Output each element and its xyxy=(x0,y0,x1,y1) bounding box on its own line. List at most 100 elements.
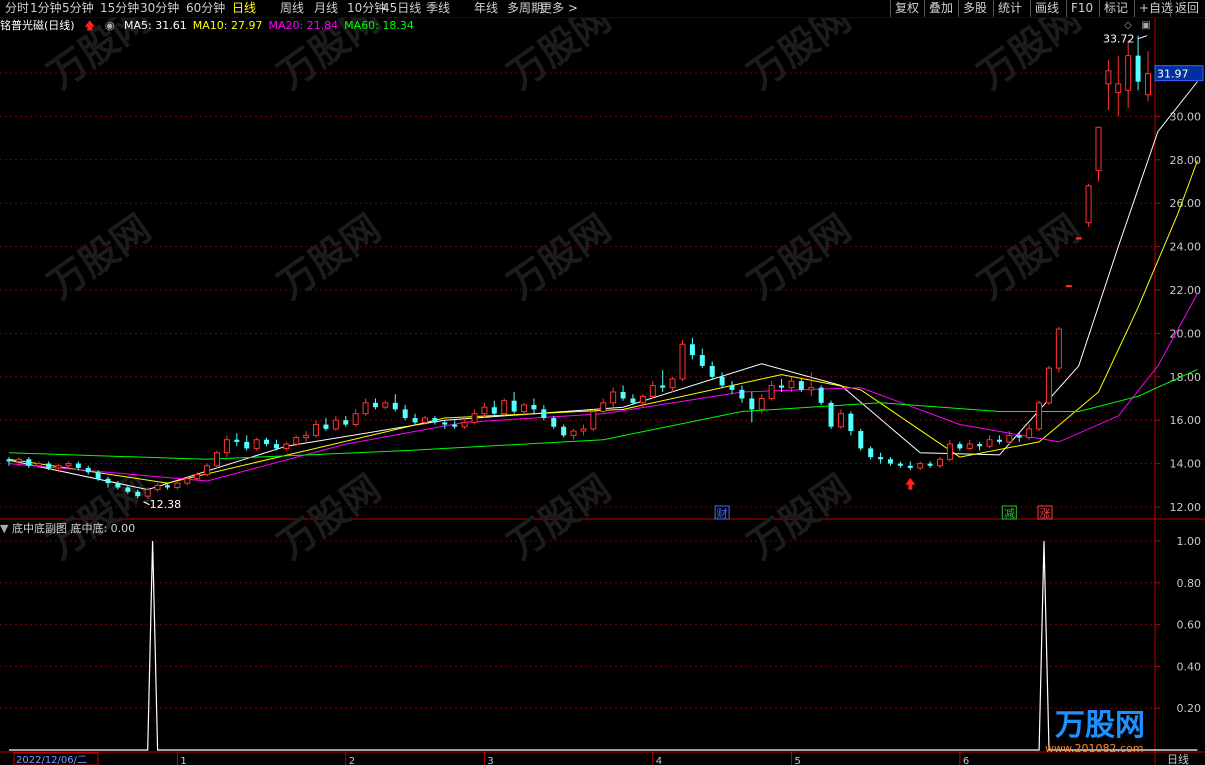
period-tab-14[interactable]: 更多 > xyxy=(540,0,578,17)
candle-body xyxy=(868,448,874,458)
candle-body xyxy=(966,443,973,449)
candle-body xyxy=(917,463,924,469)
toolbar-button-8[interactable]: 返回 xyxy=(1170,0,1203,17)
collapse-icon[interactable]: ▼ xyxy=(0,522,8,535)
toolbar-button-5[interactable]: F10 xyxy=(1066,0,1097,17)
candle-body xyxy=(313,424,320,436)
candle-body xyxy=(788,380,795,389)
candle-body xyxy=(818,387,824,403)
candle-body xyxy=(1125,55,1132,91)
candle-body xyxy=(689,344,695,356)
ma-legend: MA5: 31.61 MA10: 27.97 MA20: 21.84 MA60: 18… xyxy=(124,19,420,32)
event-marker-label: 涨 xyxy=(1040,507,1051,520)
period-tab-9[interactable]: 10分钟 xyxy=(347,0,386,17)
sub-y-tick-label: 0.60 xyxy=(1177,619,1202,632)
candle-body xyxy=(729,385,735,390)
watermark-text: 万股网 xyxy=(270,206,389,307)
candle-body xyxy=(323,424,329,429)
candle-body xyxy=(1105,70,1112,85)
candle-body xyxy=(878,457,884,460)
watermark-text: 万股网 xyxy=(740,466,859,567)
toolbar-button-0[interactable]: 复权 xyxy=(890,0,923,17)
ma-label-3: MA60: 18.34 xyxy=(344,19,414,32)
candle-body xyxy=(630,398,636,403)
y-tick-label: 20.00 xyxy=(1170,327,1202,340)
y-tick-label: 30.00 xyxy=(1170,110,1202,123)
candle-body xyxy=(204,465,211,475)
candle-body xyxy=(1026,428,1033,439)
period-tab-11[interactable]: 季线 xyxy=(426,0,450,17)
buy-arrow-icon xyxy=(905,477,916,490)
period-tab-2[interactable]: 5分钟 xyxy=(62,0,94,17)
candle-body xyxy=(1145,73,1151,96)
candle-body xyxy=(719,376,725,386)
candle-body xyxy=(343,420,349,425)
toolbar-button-3[interactable]: 统计 xyxy=(993,0,1026,17)
candle-body xyxy=(135,491,141,497)
y-tick-label: 24.00 xyxy=(1170,241,1202,254)
candle-body xyxy=(1135,55,1141,82)
ma-line-ma20 xyxy=(8,293,1198,482)
candle-body xyxy=(1115,83,1122,94)
watermark-text: 万股网 xyxy=(970,206,1089,307)
candle-body xyxy=(779,385,785,388)
candle-body xyxy=(421,417,428,423)
candle-body xyxy=(144,489,151,497)
sub-y-tick-label: 0.40 xyxy=(1177,660,1202,673)
period-tab-0[interactable]: 分时 xyxy=(5,0,29,17)
candle-body xyxy=(491,407,497,414)
candle-body xyxy=(848,413,854,432)
candle-body xyxy=(1006,434,1013,443)
x-month-label: 6 xyxy=(963,756,969,765)
candle-body xyxy=(412,418,418,423)
toolbar-button-1[interactable]: 叠加 xyxy=(924,0,957,17)
settings-icon[interactable]: ◉ xyxy=(105,19,115,32)
candle-body xyxy=(580,428,587,432)
candle-body xyxy=(46,463,52,468)
candle-body xyxy=(798,381,804,390)
candle-body xyxy=(561,426,567,436)
candle-body xyxy=(1065,285,1072,288)
toolbar-button-4[interactable]: 画线 xyxy=(1030,0,1063,17)
period-tab-10[interactable]: 45日线 xyxy=(382,0,421,17)
stock-name: 铭普光磁(日线) xyxy=(0,19,75,32)
candle-body xyxy=(541,409,547,419)
period-tab-6[interactable]: 日线 xyxy=(232,0,256,17)
high-price-pointer xyxy=(1137,35,1148,40)
period-tab-5[interactable]: 60分钟 xyxy=(186,0,225,17)
period-tab-13[interactable]: 多周期 xyxy=(507,0,543,17)
period-toolbar: 分时 1分钟 5分钟 15分钟 30分钟 60分钟 日线 周线 月线 10分钟 45日线 季线 年线 多周… xyxy=(0,0,1205,18)
candle-body xyxy=(105,478,111,484)
high-price-label: 33.72 xyxy=(1103,33,1135,46)
toolbar-button-6[interactable]: 标记 xyxy=(1099,0,1132,17)
candle-body xyxy=(749,398,755,410)
period-tab-3[interactable]: 15分钟 xyxy=(100,0,139,17)
candle-body xyxy=(957,444,963,449)
arrow-up-icon[interactable]: 🡅 xyxy=(84,19,95,32)
candle-body xyxy=(264,439,270,445)
candle-body xyxy=(610,391,617,404)
candle-body xyxy=(887,459,893,464)
candle-body xyxy=(352,413,359,426)
candle-body xyxy=(551,418,557,427)
candle-body xyxy=(184,478,191,484)
candle-body xyxy=(660,385,666,388)
candle-body xyxy=(283,443,290,449)
period-tab-7[interactable]: 周线 xyxy=(280,0,304,17)
toolbar-button-2[interactable]: 多股 xyxy=(958,0,991,17)
candle-body xyxy=(293,437,300,445)
candle-body xyxy=(392,402,398,410)
candle-body xyxy=(382,402,389,408)
period-tab-1[interactable]: 1分钟 xyxy=(30,0,62,17)
watermark-text: 万股网 xyxy=(40,206,159,307)
candle-body xyxy=(946,443,953,460)
candle-body xyxy=(461,421,468,428)
candle-body xyxy=(6,459,12,462)
candle-body xyxy=(937,458,944,467)
period-tab-4[interactable]: 30分钟 xyxy=(140,0,179,17)
sub-chart-value: 底中底: 0.00 xyxy=(70,522,136,535)
date-label: 2022/12/06/二 xyxy=(16,755,87,765)
y-tick-label: 16.00 xyxy=(1170,414,1202,427)
period-tab-12[interactable]: 年线 xyxy=(474,0,498,17)
period-tab-8[interactable]: 月线 xyxy=(314,0,338,17)
